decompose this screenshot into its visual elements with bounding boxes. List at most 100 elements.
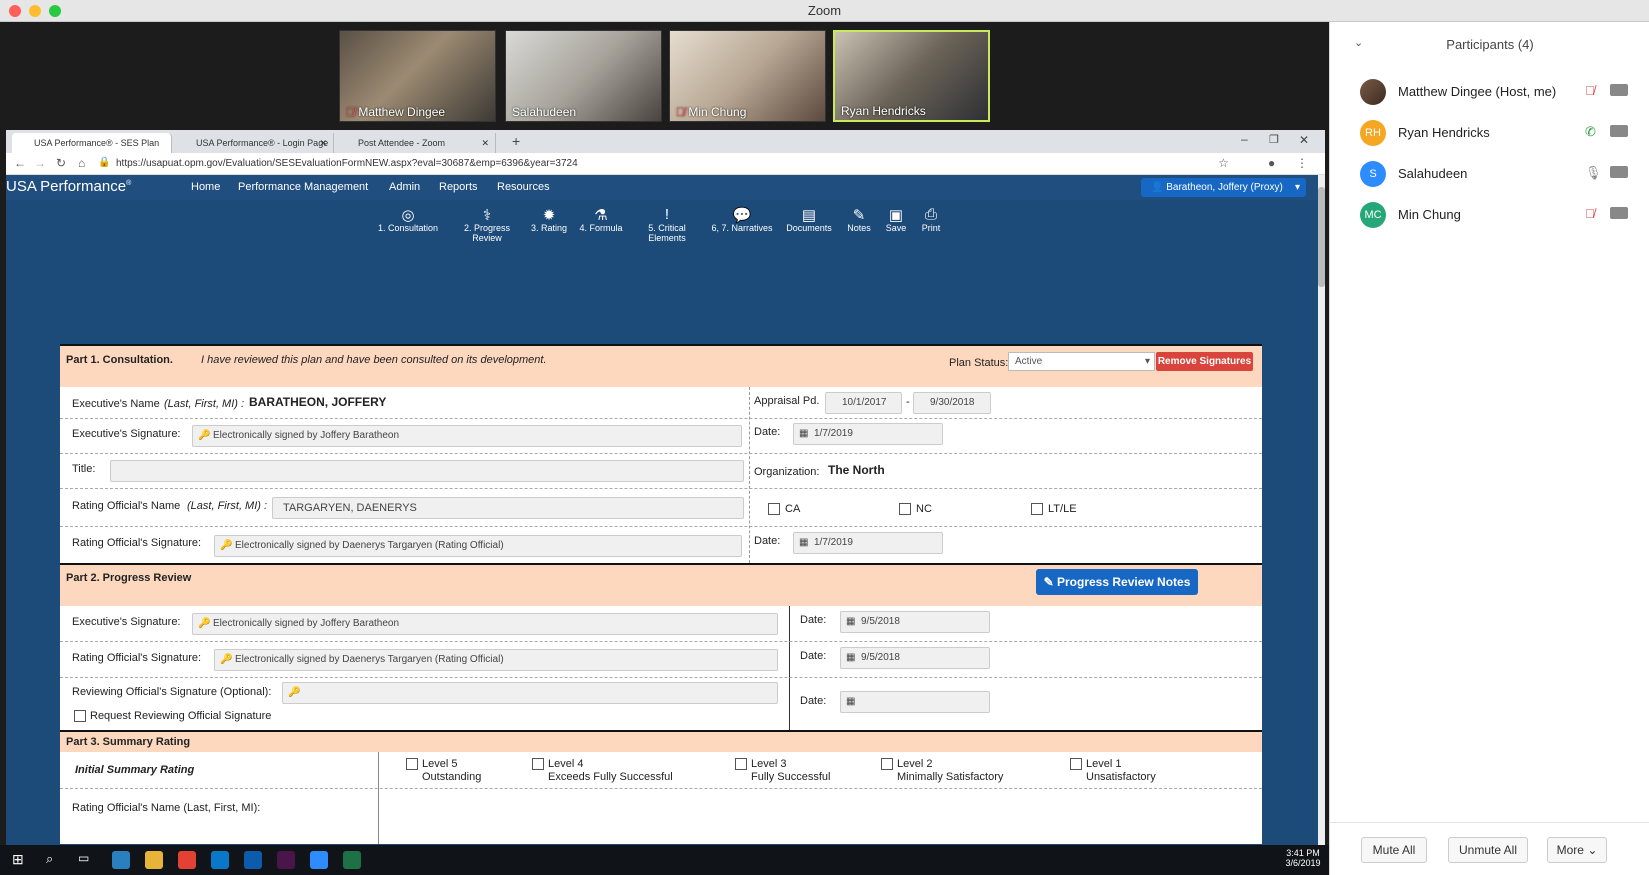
nav-resources[interactable]: Resources [497, 181, 550, 193]
plan-status-select[interactable]: Active ▾ [1008, 352, 1155, 371]
level2-checkbox[interactable] [881, 758, 893, 770]
bookmark-star-icon[interactable]: ☆ [1218, 156, 1229, 170]
skype-icon[interactable] [211, 851, 229, 869]
reviewing-sig-field[interactable]: 🔑 [282, 682, 778, 704]
excel-icon[interactable] [343, 851, 361, 869]
minimize-window-button[interactable] [29, 5, 41, 17]
video-camera-icon[interactable] [1610, 166, 1628, 178]
browser-tab[interactable]: Post Attendee - Zoom ✕ [336, 133, 496, 153]
zoom-icon[interactable] [310, 851, 328, 869]
browser-tab[interactable]: USA Performance® - Login Page ✕ [174, 133, 334, 153]
outlook-icon[interactable] [244, 851, 262, 869]
phone-icon[interactable]: ✆ [1585, 124, 1596, 140]
exec-sig-date-field[interactable]: ▦ 1/7/2019 [793, 423, 943, 445]
url-field[interactable]: https://usapuat.opm.gov/Evaluation/SESEv… [116, 158, 578, 169]
account-icon[interactable]: ● [1268, 156, 1275, 170]
comments-icon: 💬 [732, 207, 752, 224]
level1-checkbox[interactable] [1070, 758, 1082, 770]
participant-row[interactable]: Matthew Dingee (Host, me) 🎙̸ [1360, 77, 1640, 107]
nav-home[interactable]: Home [191, 181, 220, 193]
p2-ro-sig-field[interactable]: 🔑 Electronically signed by Daenerys Targa… [214, 649, 778, 671]
remove-signatures-button[interactable]: Remove Signatures [1156, 352, 1253, 371]
reviewing-date-field[interactable]: ▦ [840, 691, 990, 713]
tool-consultation[interactable]: ◎ 1. Consultation [373, 206, 443, 233]
clock[interactable]: 3:41 PM 3/6/2019 [1283, 848, 1323, 868]
back-icon[interactable]: ← [14, 156, 26, 170]
p2-exec-date-field[interactable]: ▦ 9/5/2018 [840, 611, 990, 633]
search-icon[interactable]: ⌕ [46, 851, 53, 867]
level5-checkbox[interactable] [406, 758, 418, 770]
tool-critical-elements[interactable]: ! 5. Critical Elements [632, 206, 702, 243]
level4-checkbox[interactable] [532, 758, 544, 770]
ro-sig-date-field[interactable]: ▦ 1/7/2019 [793, 532, 943, 554]
windows-start-icon[interactable]: ⊞ [12, 851, 24, 868]
ca-checkbox[interactable] [768, 503, 780, 515]
chrome-icon[interactable] [178, 851, 196, 869]
video-tile[interactable]: 🎙̸ Min Chung [669, 30, 826, 122]
title-field[interactable] [110, 460, 744, 482]
nc-checkbox[interactable] [899, 503, 911, 515]
close-tab-icon[interactable]: ✕ [481, 133, 489, 153]
tool-formula[interactable]: ⚗ 4. Formula [566, 206, 636, 233]
close-icon[interactable]: ✕ [1299, 133, 1309, 147]
restore-icon[interactable]: ❐ [1269, 133, 1279, 146]
video-camera-icon[interactable] [1610, 84, 1628, 96]
exec-name-label: Executive's Name [72, 398, 160, 410]
video-tile[interactable]: 🎙̸ Matthew Dingee [339, 30, 496, 122]
ltle-checkbox[interactable] [1031, 503, 1043, 515]
video-camera-icon[interactable] [1610, 207, 1628, 219]
forward-icon[interactable]: → [34, 156, 46, 170]
request-reviewing-checkbox[interactable] [74, 710, 86, 722]
close-window-button[interactable] [9, 5, 21, 17]
mute-all-button[interactable]: Mute All [1361, 837, 1427, 863]
p2-ro-date-field[interactable]: ▦ 9/5/2018 [840, 647, 990, 669]
edge-icon[interactable] [112, 851, 130, 869]
menu-dots-icon[interactable]: ⋮ [1296, 156, 1308, 170]
home-icon[interactable]: ⌂ [78, 156, 85, 170]
browser-tab[interactable]: USA Performance® - SES Plan Pe ✕ [12, 133, 172, 168]
task-view-icon[interactable]: ▭ [78, 851, 89, 865]
scrollbar-thumb[interactable] [1318, 187, 1325, 287]
tool-print[interactable]: ⎙ Print [896, 206, 966, 233]
reload-icon[interactable]: ↻ [56, 156, 66, 170]
folder-icon[interactable] [145, 851, 163, 869]
exec-sig-value: Electronically signed by Joffery Barathe… [213, 618, 400, 629]
usa-performance-logo[interactable]: USA Performance® [6, 178, 131, 195]
tool-progress-review[interactable]: ⚕ 2. Progress Review [452, 206, 522, 243]
muted-mic-icon[interactable]: 🎙̸ [1585, 83, 1595, 98]
progress-review-notes-button[interactable]: ✎ Progress Review Notes [1036, 569, 1198, 595]
minimize-icon[interactable]: – [1241, 132, 1248, 146]
nav-reports[interactable]: Reports [439, 181, 478, 193]
browser-scrollbar[interactable] [1318, 175, 1325, 845]
ro-name-field[interactable]: TARGARYEN, DAENERYS [272, 497, 744, 519]
maximize-window-button[interactable] [49, 5, 61, 17]
participant-row[interactable]: RH Ryan Hendricks ✆ [1360, 118, 1640, 148]
nav-performance-management[interactable]: Performance Management [238, 181, 368, 193]
request-reviewing-label: Request Reviewing Official Signature [90, 710, 272, 722]
appraisal-end-field[interactable]: 9/30/2018 [913, 392, 991, 414]
participant-row[interactable]: S Salahudeen 🎙 [1360, 159, 1640, 189]
microphone-icon[interactable]: 🎙 [1585, 165, 1602, 181]
slack-icon[interactable] [277, 851, 295, 869]
p2-exec-sig-field[interactable]: 🔑 Electronically signed by Joffery Barath… [192, 613, 778, 635]
date-label: Date: [754, 535, 781, 547]
exec-sig-field[interactable]: 🔑 Electronically signed by Joffery Barath… [192, 425, 742, 447]
participant-row[interactable]: MC Min Chung 🎙̸ [1360, 200, 1640, 230]
user-menu-button[interactable]: 👤 Baratheon, Joffery (Proxy) ▾ [1141, 178, 1306, 197]
ro-sig-field[interactable]: 🔑 Electronically signed by Daenerys Targa… [214, 535, 742, 557]
more-button[interactable]: More ⌄ [1547, 837, 1607, 863]
muted-mic-icon[interactable]: 🎙̸ [1585, 206, 1595, 221]
close-tab-icon[interactable]: ✕ [319, 133, 327, 153]
level3-checkbox[interactable] [735, 758, 747, 770]
video-tile[interactable]: Salahudeen [505, 30, 662, 122]
new-tab-icon[interactable]: + [512, 133, 520, 149]
nav-admin[interactable]: Admin [389, 181, 420, 193]
part3-header: Part 3. Summary Rating [60, 730, 1262, 752]
unmute-all-button[interactable]: Unmute All [1448, 837, 1528, 863]
tool-narratives[interactable]: 💬 6, 7. Narratives [707, 206, 777, 233]
video-tile-active-speaker[interactable]: Ryan Hendricks [833, 30, 990, 122]
appraisal-start-field[interactable]: 10/1/2017 [825, 392, 902, 414]
avatar: S [1360, 161, 1386, 187]
video-camera-icon[interactable] [1610, 125, 1628, 137]
exec-name-value: BARATHEON, JOFFERY [249, 395, 387, 409]
